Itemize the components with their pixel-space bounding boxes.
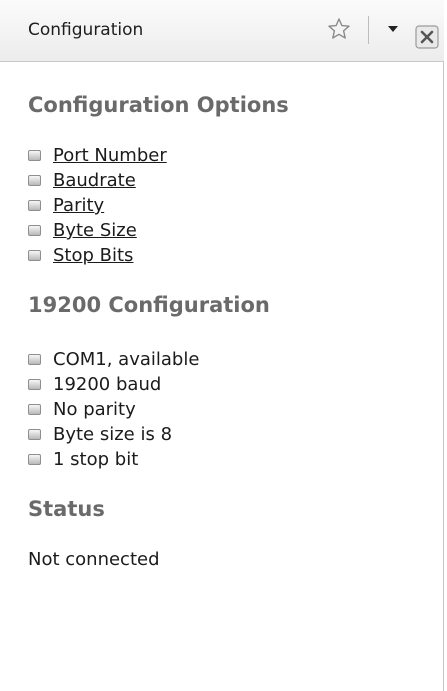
- config-byte-size-text: Byte size is 8: [53, 424, 173, 445]
- panel-title: Configuration: [28, 20, 144, 40]
- status-text: Not connected: [28, 549, 160, 570]
- bullet-icon: [28, 250, 41, 261]
- current-config-heading: 19200 Configuration: [28, 293, 270, 317]
- option-byte-size: Byte Size: [28, 218, 438, 243]
- port-number-link[interactable]: Port Number: [53, 145, 167, 166]
- options-heading: Configuration Options: [28, 93, 289, 117]
- bullet-icon: [28, 200, 41, 211]
- bullet-icon: [28, 429, 41, 440]
- option-stop-bits: Stop Bits: [28, 243, 438, 268]
- close-button[interactable]: [414, 24, 440, 50]
- panel-menu-button[interactable]: [380, 14, 406, 44]
- bullet-icon: [28, 225, 41, 236]
- config-item-port: COM1, available: [28, 347, 438, 372]
- baudrate-link[interactable]: Baudrate: [53, 170, 136, 191]
- config-item-parity: No parity: [28, 397, 438, 422]
- stop-bits-link[interactable]: Stop Bits: [53, 245, 133, 266]
- config-item-baud: 19200 baud: [28, 372, 438, 397]
- dropdown-arrow-icon: [388, 26, 398, 32]
- status-heading: Status: [28, 497, 105, 521]
- titlebar-separator: [368, 16, 369, 44]
- close-icon: [415, 25, 439, 49]
- panel-titlebar: Configuration: [0, 0, 444, 62]
- config-stop-bits-text: 1 stop bit: [53, 449, 139, 470]
- option-parity: Parity: [28, 193, 438, 218]
- option-baudrate: Baudrate: [28, 168, 438, 193]
- bullet-icon: [28, 175, 41, 186]
- bullet-icon: [28, 454, 41, 465]
- options-list: Port Number Baudrate Parity Byte Size St…: [28, 143, 438, 268]
- bullet-icon: [28, 354, 41, 365]
- bullet-icon: [28, 404, 41, 415]
- option-port-number: Port Number: [28, 143, 438, 168]
- config-parity-text: No parity: [53, 399, 136, 420]
- byte-size-link[interactable]: Byte Size: [53, 220, 137, 241]
- config-item-stop-bits: 1 stop bit: [28, 447, 438, 472]
- bullet-icon: [28, 150, 41, 161]
- configuration-panel: Configuration Configuration Options Port…: [0, 0, 444, 691]
- parity-link[interactable]: Parity: [53, 195, 104, 216]
- config-item-byte-size: Byte size is 8: [28, 422, 438, 447]
- panel-content: Configuration Options Port Number Baudra…: [28, 62, 438, 570]
- bullet-icon: [28, 379, 41, 390]
- star-icon: [328, 18, 350, 39]
- favorite-button[interactable]: [324, 14, 354, 44]
- config-port-text: COM1, available: [53, 349, 200, 370]
- current-config-list: COM1, available 19200 baud No parity Byt…: [28, 347, 438, 472]
- config-baud-text: 19200 baud: [53, 374, 162, 395]
